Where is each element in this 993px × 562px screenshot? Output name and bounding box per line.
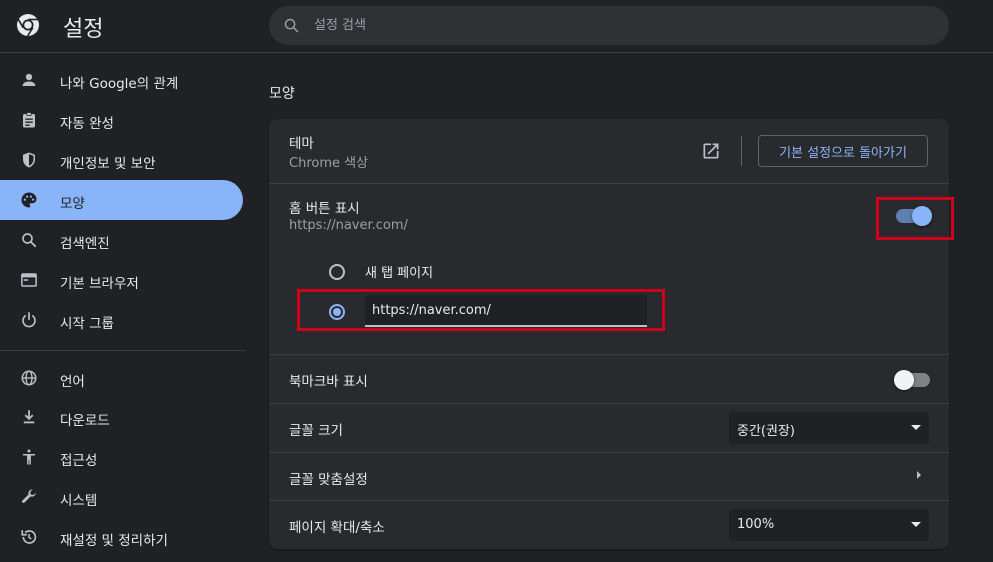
bookmarks-bar-toggle[interactable] xyxy=(894,370,930,390)
sidebar-item-languages[interactable]: 언어 xyxy=(0,358,243,398)
sidebar-item-label: 기본 브라우저 xyxy=(60,276,139,292)
sidebar-item-reset-cleanup[interactable]: 재설정 및 정리하기 xyxy=(0,517,243,557)
wrench-icon xyxy=(19,487,39,507)
new-tab-radio[interactable] xyxy=(329,264,345,280)
search-input[interactable] xyxy=(314,6,914,45)
font-size-select[interactable]: 중간(권장) xyxy=(729,412,929,444)
sidebar-item-label: 모양 xyxy=(60,196,85,212)
download-icon xyxy=(19,407,39,427)
sidebar-item-label: 다운로드 xyxy=(60,413,110,429)
page-zoom-value: 100% xyxy=(737,517,775,532)
palette-icon xyxy=(19,190,39,210)
chevron-right-icon[interactable] xyxy=(915,469,923,481)
sidebar-item-label: 언어 xyxy=(60,374,85,390)
home-button-subtitle: https://naver.com/ xyxy=(289,218,408,233)
sidebar-item-accessibility[interactable]: 접근성 xyxy=(0,437,243,477)
history-reset-icon xyxy=(19,527,39,547)
dropdown-caret-icon xyxy=(911,522,921,527)
sidebar-item-label: 시스템 xyxy=(60,493,98,509)
person-icon xyxy=(19,70,39,90)
sidebar-item-label: 재설정 및 정리하기 xyxy=(60,533,168,549)
shield-icon xyxy=(19,150,39,170)
sidebar-divider xyxy=(0,350,245,351)
row-divider xyxy=(269,500,949,501)
dropdown-caret-icon xyxy=(911,425,921,430)
power-icon xyxy=(19,310,39,330)
sidebar-item-autofill[interactable]: 자동 완성 xyxy=(0,100,243,140)
sidebar-item-label: 개인정보 및 보안 xyxy=(60,156,156,172)
browser-window-icon xyxy=(19,270,39,290)
font-size-value: 중간(권장) xyxy=(737,424,795,439)
sidebar-item-downloads[interactable]: 다운로드 xyxy=(0,397,243,437)
toggle-thumb xyxy=(894,370,914,390)
row-divider xyxy=(269,354,949,355)
page-zoom-title: 페이지 확대/축소 xyxy=(289,520,385,536)
search-icon xyxy=(284,18,299,33)
search-box[interactable] xyxy=(269,6,949,45)
appearance-card: 테마 Chrome 색상 기본 설정으로 돌아가기 홈 버튼 표시 https:… xyxy=(269,119,954,549)
sidebar-item-system[interactable]: 시스템 xyxy=(0,477,243,517)
bookmarks-bar-title: 북마크바 표시 xyxy=(289,374,368,390)
section-title: 모양 xyxy=(269,86,295,102)
sidebar-item-label: 검색엔진 xyxy=(60,236,110,252)
theme-title: 테마 xyxy=(289,136,314,152)
sidebar-item-appearance[interactable]: 모양 xyxy=(0,180,243,220)
sidebar-item-search-engine[interactable]: 검색엔진 xyxy=(0,220,243,260)
row-divider xyxy=(269,452,949,453)
sidebar-item-you-and-google[interactable]: 나와 Google의 관계 xyxy=(0,60,243,100)
row-divider xyxy=(269,183,949,184)
globe-icon xyxy=(19,368,39,388)
highlight-box-toggle xyxy=(876,197,954,240)
theme-subtitle: Chrome 색상 xyxy=(289,156,369,171)
sidebar-item-label: 자동 완성 xyxy=(60,116,114,132)
open-external-icon[interactable] xyxy=(701,141,721,161)
sidebar-item-label: 나와 Google의 관계 xyxy=(60,76,179,92)
sidebar: 나와 Google의 관계 자동 완성 개인정보 및 보안 모양 검색엔진 기본… xyxy=(0,60,255,562)
row-divider xyxy=(269,403,949,404)
theme-separator xyxy=(741,136,742,166)
page-title: 설정 xyxy=(63,17,104,42)
new-tab-radio-label: 새 탭 페이지 xyxy=(365,266,434,281)
chrome-logo-icon xyxy=(17,14,39,37)
highlight-box-url xyxy=(297,289,665,331)
customize-fonts-title[interactable]: 글꼴 맞춤설정 xyxy=(289,468,368,488)
font-size-title: 글꼴 크기 xyxy=(289,423,343,439)
accessibility-icon xyxy=(19,447,39,467)
sidebar-item-default-browser[interactable]: 기본 브라우저 xyxy=(0,260,243,300)
top-bar: 설정 xyxy=(0,0,993,53)
sidebar-item-label: 시작 그룹 xyxy=(60,316,114,332)
sidebar-item-privacy-security[interactable]: 개인정보 및 보안 xyxy=(0,140,243,180)
search-icon xyxy=(19,230,39,250)
reset-theme-button[interactable]: 기본 설정으로 돌아가기 xyxy=(758,135,928,167)
sidebar-item-label: 접근성 xyxy=(60,453,98,469)
home-button-title: 홈 버튼 표시 xyxy=(289,201,360,217)
page-zoom-select[interactable]: 100% xyxy=(729,509,929,541)
clipboard-icon xyxy=(19,110,39,130)
sidebar-item-on-startup[interactable]: 시작 그룹 xyxy=(0,300,243,340)
